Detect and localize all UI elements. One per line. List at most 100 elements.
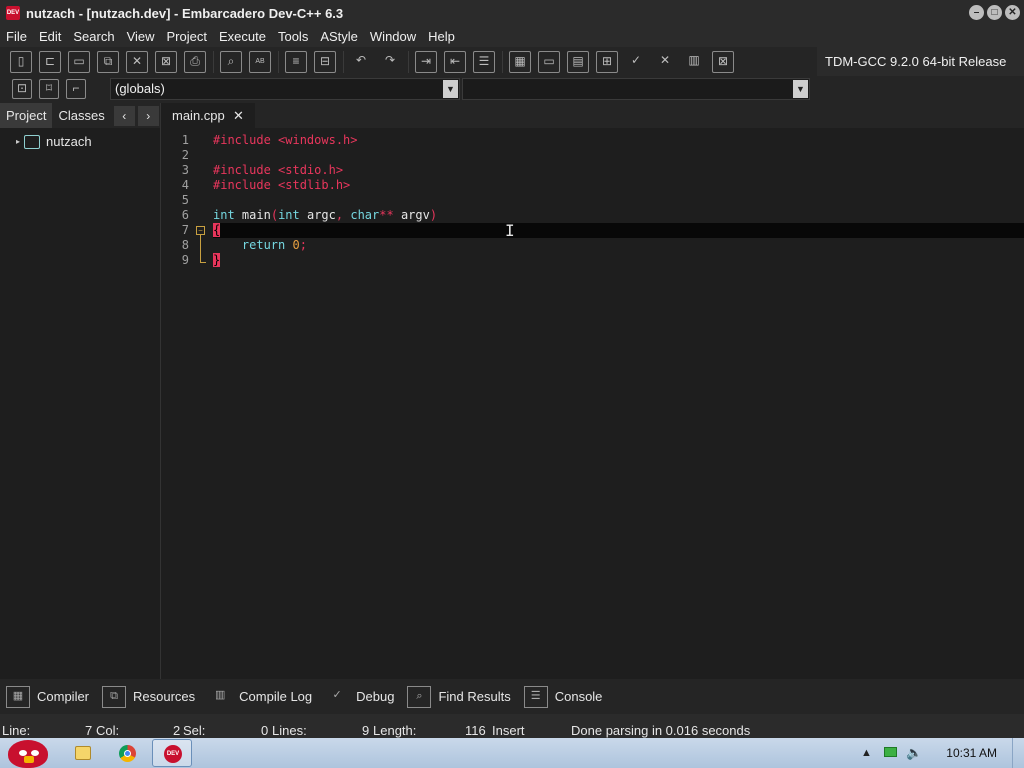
- bottom-panel-tabs: ▦ Compiler ⧉ Resources ▥ Compile Log ✓ Debug…: [0, 679, 1024, 714]
- project-tree-item[interactable]: ▸ nutzach: [0, 128, 160, 149]
- bookmark-icon[interactable]: ⌑: [39, 79, 59, 99]
- find-icon[interactable]: ⌕: [220, 50, 242, 73]
- battery-icon[interactable]: [884, 747, 897, 757]
- run-icon[interactable]: ▭: [538, 50, 560, 73]
- code-line: 9 }: [163, 253, 1024, 268]
- status-bar: Line: 7 Col: 2 Sel: 0 Lines: 9 Length: 1…: [0, 714, 1024, 740]
- code-line: 7 {: [163, 223, 1024, 238]
- profile-icon[interactable]: ▥: [683, 51, 705, 73]
- clock[interactable]: 10:31 AM: [946, 746, 997, 760]
- member-combo[interactable]: ▼: [462, 78, 810, 100]
- chevron-right-icon[interactable]: ›: [137, 105, 159, 126]
- start-button[interactable]: [4, 738, 52, 768]
- code-text: }: [213, 253, 221, 267]
- chevron-left-icon[interactable]: ‹: [113, 105, 135, 126]
- stop-icon[interactable]: ✕: [654, 51, 676, 73]
- fold-guide-end: [200, 262, 206, 263]
- menu-search[interactable]: Search: [67, 26, 120, 47]
- tab-debug-label: Debug: [356, 689, 395, 704]
- title-bar: DEV nutzach - [nutzach.dev] - Embarcader…: [0, 0, 1024, 26]
- menu-file[interactable]: File: [0, 26, 33, 47]
- syntax-check-icon[interactable]: ✓: [625, 51, 647, 73]
- menu-astyle[interactable]: AStyle: [314, 26, 364, 47]
- taskbar-explorer[interactable]: [62, 739, 102, 767]
- line-number: 6: [181, 208, 189, 222]
- tab-compiler[interactable]: ▦ Compiler: [6, 685, 89, 708]
- status-sel-label: Sel:: [183, 723, 206, 738]
- chevron-down-icon[interactable]: ▼: [793, 80, 808, 98]
- code-text: int main(int argc, char** argv): [213, 208, 438, 222]
- insert-icon[interactable]: ⊡: [12, 79, 32, 99]
- folder-icon: [75, 746, 91, 760]
- console-icon: ☰: [523, 685, 548, 708]
- code-text: #include <stdio.h>: [213, 163, 344, 177]
- print-icon[interactable]: ⎙: [184, 50, 206, 73]
- line-number: 3: [181, 163, 189, 177]
- close-file-icon[interactable]: ✕: [126, 50, 148, 73]
- compile-run-icon[interactable]: ▤: [567, 50, 589, 73]
- taskbar-devcpp[interactable]: DEV: [152, 739, 192, 767]
- taskbar: DEV ▲ 🔈 10:31 AM: [0, 738, 1024, 768]
- status-lines-label: Lines:: [272, 723, 307, 738]
- class-combo[interactable]: (globals) ▼: [110, 78, 460, 100]
- menu-project[interactable]: Project: [161, 26, 213, 47]
- fold-guide: [200, 235, 201, 262]
- tab-main-cpp[interactable]: main.cpp ✕: [163, 103, 255, 128]
- maximize-button[interactable]: □: [987, 5, 1002, 20]
- status-length-value: 116: [465, 723, 486, 738]
- goto-icon[interactable]: ≡: [285, 50, 307, 73]
- panel-tabs: Project Classes ‹ ›: [0, 103, 160, 128]
- resources-icon: ⧉: [102, 685, 127, 708]
- new-file-icon[interactable]: ▯: [10, 50, 32, 73]
- indent-icon[interactable]: ⇥: [415, 50, 437, 73]
- tab-classes[interactable]: Classes: [52, 103, 110, 128]
- tab-label: main.cpp: [172, 108, 225, 123]
- goto-line-icon[interactable]: ⊟: [314, 50, 336, 73]
- tab-compile-log[interactable]: ▥ Compile Log: [208, 686, 312, 708]
- delete-profile-icon[interactable]: ⊠: [712, 50, 734, 73]
- save-all-icon[interactable]: ⧉: [97, 50, 119, 73]
- replace-icon[interactable]: AB: [249, 50, 271, 73]
- status-col-label: Col:: [96, 723, 120, 738]
- chevron-down-icon[interactable]: ▼: [443, 80, 458, 98]
- close-all-icon[interactable]: ⊠: [155, 50, 177, 73]
- menu-help[interactable]: Help: [422, 26, 461, 47]
- compiler-icon: ▦: [6, 685, 30, 708]
- volume-icon[interactable]: 🔈: [906, 745, 922, 761]
- goto-bookmark-icon[interactable]: ⌐: [66, 79, 86, 99]
- minimize-button[interactable]: –: [969, 5, 984, 20]
- tab-project[interactable]: Project: [0, 103, 53, 128]
- tab-find-results[interactable]: ⌕ Find Results: [407, 685, 511, 708]
- tab-debug[interactable]: ✓ Debug: [325, 686, 395, 708]
- show-hidden-icons-icon[interactable]: ▲: [861, 747, 872, 759]
- code-line: 6 int main(int argc, char** argv): [163, 208, 1024, 223]
- compile-icon[interactable]: ▦: [509, 50, 531, 73]
- menu-execute[interactable]: Execute: [213, 26, 272, 47]
- open-icon[interactable]: ⊏: [39, 50, 61, 73]
- status-col-value: 2: [173, 723, 181, 738]
- menu-edit[interactable]: Edit: [33, 26, 67, 47]
- line-number: 7: [181, 223, 189, 237]
- undo-icon[interactable]: ↶: [350, 51, 372, 73]
- compiler-select[interactable]: TDM-GCC 9.2.0 64-bit Release: [817, 47, 1024, 76]
- expand-icon[interactable]: ▸: [16, 137, 20, 146]
- tab-resources[interactable]: ⧉ Resources: [102, 685, 195, 708]
- tab-console[interactable]: ☰ Console: [523, 685, 602, 708]
- debug-icon: ✓: [332, 688, 342, 701]
- fold-collapse-icon[interactable]: −: [196, 226, 205, 235]
- code-editor[interactable]: 1 #include <windows.h> 2 3 #include <std…: [163, 128, 1024, 679]
- taskbar-chrome[interactable]: [107, 739, 147, 767]
- save-icon[interactable]: ▭: [68, 50, 90, 73]
- code-line: 4 #include <stdlib.h>: [163, 178, 1024, 193]
- angry-bird-icon: [8, 740, 48, 768]
- close-icon[interactable]: ✕: [233, 103, 244, 128]
- close-button[interactable]: ✕: [1005, 5, 1020, 20]
- show-desktop-button[interactable]: [1012, 738, 1024, 768]
- menu-view[interactable]: View: [121, 26, 161, 47]
- menu-window[interactable]: Window: [364, 26, 422, 47]
- menu-tools[interactable]: Tools: [272, 26, 314, 47]
- comment-icon[interactable]: ☰: [473, 50, 495, 73]
- rebuild-icon[interactable]: ⊞: [596, 50, 618, 73]
- unindent-icon[interactable]: ⇤: [444, 50, 466, 73]
- redo-icon[interactable]: ↷: [379, 51, 401, 73]
